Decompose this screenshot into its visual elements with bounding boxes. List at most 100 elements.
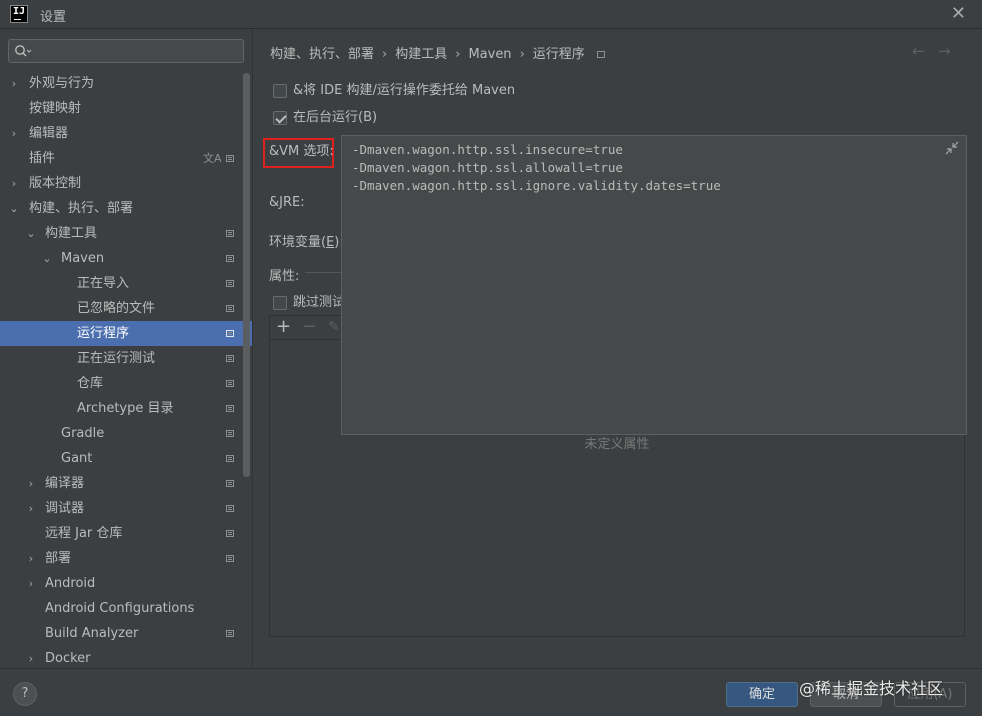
sidebar-item[interactable]: › Android [0, 571, 252, 596]
vm-options-label: &VM 选项: [269, 144, 334, 159]
sidebar-item[interactable]: ⌄ 构建工具 [0, 221, 252, 246]
sidebar-item[interactable]: 仓库 [0, 371, 252, 396]
sidebar-item-label: Android Configurations [45, 601, 195, 616]
sidebar-item[interactable]: Build Analyzer [0, 621, 252, 646]
breadcrumb-current: 运行程序 [532, 47, 585, 62]
properties-label: 属性: [269, 269, 300, 284]
project-level-icon [226, 530, 234, 537]
sidebar-item-label: Build Analyzer [45, 626, 139, 641]
skip-tests-checkbox[interactable] [273, 296, 287, 310]
sidebar-item[interactable]: ⌄ Maven [0, 246, 252, 271]
settings-sidebar: › 外观与行为 按键映射 › 编辑器 插件 文A › 版本控制 ⌄ 构建、执行、部署 ⌄ 构建工具 ⌄ Ma… [0, 30, 253, 668]
skip-tests-label: 跳过测试 [293, 295, 346, 310]
sidebar-item[interactable]: 正在导入 [0, 271, 252, 296]
translate-icon: 文A [203, 152, 222, 165]
sidebar-item[interactable]: Archetype 目录 [0, 396, 252, 421]
properties-empty-text: 未定义属性 [584, 437, 650, 452]
run-in-background-label: 在后台运行(B) [293, 110, 378, 125]
chevron-right-icon[interactable]: › [25, 571, 37, 596]
sidebar-item[interactable]: › 版本控制 [0, 171, 252, 196]
run-in-background-checkbox[interactable] [273, 111, 287, 125]
ok-button[interactable]: 确定 [726, 682, 798, 707]
dialog-button-bar: ? 确定 取消 应用(A) @稀土掘金技术社区 [0, 668, 982, 716]
delegate-to-maven-checkbox[interactable] [273, 84, 287, 98]
sidebar-item[interactable]: 插件 文A [0, 146, 252, 171]
add-icon[interactable]: + [276, 317, 291, 337]
back-arrow-icon[interactable]: ← [912, 42, 925, 60]
sidebar-item-label: 调试器 [45, 501, 85, 516]
project-level-icon [226, 255, 234, 262]
close-icon[interactable]: ✕ [951, 3, 966, 24]
sidebar-item-label: 已忽略的文件 [77, 301, 156, 316]
sidebar-item-label: 编译器 [45, 476, 85, 491]
chevron-right-icon[interactable]: › [8, 171, 20, 196]
sidebar-item[interactable]: 正在运行测试 [0, 346, 252, 371]
chevron-down-icon[interactable]: ⌄ [8, 196, 20, 221]
edit-icon[interactable]: ✎ [328, 317, 340, 337]
sidebar-item[interactable]: Android Configurations [0, 596, 252, 621]
sidebar-scrollbar[interactable] [243, 73, 250, 477]
breadcrumb-item[interactable]: 构建、执行、部署 [270, 47, 374, 62]
sidebar-item-label: 正在导入 [77, 276, 130, 291]
breadcrumb-separator: › [382, 47, 388, 62]
collapse-icon[interactable] [944, 140, 960, 156]
window-title: 设置 [40, 10, 67, 25]
sidebar-item-label: 按键映射 [29, 101, 82, 116]
sidebar-item-label: 编辑器 [29, 126, 69, 141]
sidebar-item-label: 远程 Jar 仓库 [45, 526, 123, 541]
sidebar-item[interactable]: Gradle [0, 421, 252, 446]
sidebar-item[interactable]: 已忽略的文件 [0, 296, 252, 321]
delegate-to-maven-label: &将 IDE 构建/运行操作委托给 Maven [293, 83, 516, 98]
project-level-icon [226, 405, 234, 412]
breadcrumb-item[interactable]: 构建工具 [395, 47, 447, 62]
sidebar-item[interactable]: › 编辑器 [0, 121, 252, 146]
sidebar-item[interactable]: 远程 Jar 仓库 [0, 521, 252, 546]
sidebar-item[interactable]: › 外观与行为 [0, 71, 252, 96]
sidebar-item[interactable]: › 编译器 [0, 471, 252, 496]
sidebar-item[interactable]: › 调试器 [0, 496, 252, 521]
sidebar-item-label: 正在运行测试 [77, 351, 156, 366]
sidebar-item[interactable]: Gant [0, 446, 252, 471]
project-level-icon [596, 51, 605, 58]
search-box[interactable] [8, 39, 244, 63]
sidebar-item-label: 构建工具 [45, 226, 98, 241]
sidebar-item-label: 运行程序 [77, 326, 130, 341]
search-input[interactable] [39, 42, 239, 60]
chevron-down-icon[interactable]: ⌄ [25, 221, 37, 246]
sidebar-item-label: 外观与行为 [29, 76, 95, 91]
sidebar-item-label: Gant [61, 451, 93, 466]
project-level-icon [226, 155, 234, 162]
breadcrumb-item[interactable]: Maven [468, 47, 511, 62]
sidebar-item[interactable]: › 部署 [0, 546, 252, 571]
vm-options-expanded-editor[interactable]: -Dmaven.wagon.http.ssl.insecure=true -Dm… [341, 135, 967, 435]
sidebar-item[interactable]: 运行程序 [0, 321, 252, 346]
chevron-right-icon[interactable]: › [25, 546, 37, 571]
breadcrumb: 构建、执行、部署 › 构建工具 › Maven › 运行程序 [270, 43, 605, 62]
sidebar-item-label: 插件 [29, 151, 56, 166]
project-level-icon [226, 455, 234, 462]
search-icon [15, 45, 32, 57]
chevron-right-icon[interactable]: › [8, 121, 20, 146]
project-level-icon [226, 305, 234, 312]
project-level-icon [226, 280, 234, 287]
help-button[interactable]: ? [13, 682, 37, 706]
remove-icon[interactable]: − [302, 317, 317, 337]
vm-options-text[interactable]: -Dmaven.wagon.http.ssl.insecure=true -Dm… [352, 141, 721, 195]
project-level-icon [226, 230, 234, 237]
title-bar: IJ 设置 ✕ [0, 0, 982, 29]
sidebar-item[interactable]: 按键映射 [0, 96, 252, 121]
project-level-icon [226, 330, 234, 337]
project-level-icon [226, 430, 234, 437]
properties-separator [305, 272, 341, 273]
sidebar-item-label: Archetype 目录 [77, 401, 174, 416]
watermark: @稀土掘金技术社区 [799, 679, 944, 698]
chevron-down-icon[interactable]: ⌄ [41, 246, 53, 271]
sidebar-item-label: 版本控制 [29, 176, 82, 191]
sidebar-item[interactable]: ⌄ 构建、执行、部署 [0, 196, 252, 221]
chevron-right-icon[interactable]: › [25, 471, 37, 496]
jre-label: &JRE: [269, 195, 305, 210]
chevron-right-icon[interactable]: › [8, 71, 20, 96]
intellij-app-icon: IJ [10, 5, 28, 23]
forward-arrow-icon[interactable]: → [938, 42, 951, 60]
chevron-right-icon[interactable]: › [25, 496, 37, 521]
